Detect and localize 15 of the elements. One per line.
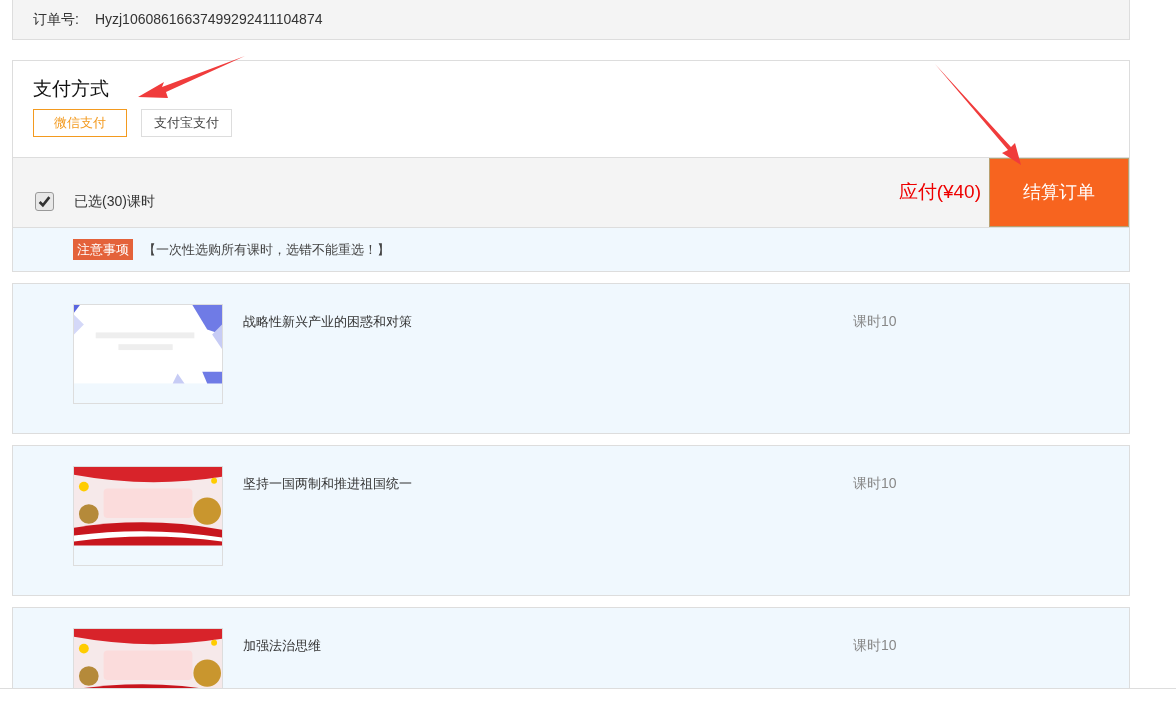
notice-text: 【一次性选购所有课时，选错不能重选！】	[143, 240, 390, 259]
course-title[interactable]: 加强法治思维	[243, 636, 843, 656]
course-hours: 课时10	[853, 474, 897, 493]
course-hours: 课时10	[853, 636, 897, 655]
payment-title: 支付方式	[33, 77, 110, 101]
order-number: Hyzj10608616637499292411104874	[94, 10, 323, 29]
payment-option[interactable]: 支付宝支付	[141, 109, 232, 137]
course-title[interactable]: 战略性新兴产业的困惑和对策	[243, 312, 843, 332]
course-hours: 课时10	[853, 312, 897, 331]
order-label: 订单号:	[33, 10, 79, 29]
notice-tag: 注意事项	[73, 238, 133, 261]
selected-count: 已选(30)课时	[74, 192, 155, 211]
select-all-checkbox[interactable]	[35, 192, 54, 211]
course-title[interactable]: 坚持一国两制和推进祖国统一	[243, 474, 843, 494]
amount-due: 应付(¥40)	[898, 180, 981, 205]
